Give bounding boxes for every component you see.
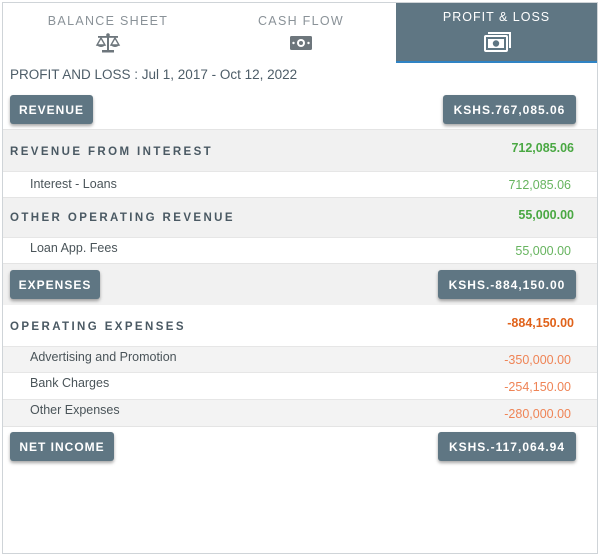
item-label: Interest - Loans: [30, 177, 117, 191]
item-label: Advertising and Promotion: [30, 350, 177, 364]
item-value: -280,000.00: [504, 407, 571, 421]
section-operating-expenses: OPERATING EXPENSES -884,150.00: [3, 305, 597, 346]
item-value: -350,000.00: [504, 353, 571, 367]
section-value: 55,000.00: [518, 208, 574, 222]
scale-icon: [95, 33, 121, 53]
revenue-total-button[interactable]: KSHS.767,085.06: [443, 95, 576, 124]
section-title: REVENUE FROM INTEREST: [10, 146, 214, 158]
tab-balance-sheet[interactable]: BALANCE SHEET: [3, 3, 213, 63]
line-item: Interest - Loans 712,085.06: [3, 171, 597, 197]
line-item: Advertising and Promotion -350,000.00: [3, 346, 597, 372]
report-period: PROFIT AND LOSS : Jul 1, 2017 - Oct 12, …: [10, 67, 298, 82]
revenue-button[interactable]: REVENUE: [10, 95, 93, 124]
item-value: 55,000.00: [515, 244, 571, 258]
money-stack-icon: [483, 32, 511, 52]
tab-cash-flow[interactable]: CASH FLOW: [205, 3, 397, 63]
profit-loss-panel: BALANCE SHEET CASH FLOW PROFIT & LOSS PR…: [2, 2, 598, 554]
divider: [3, 426, 597, 427]
net-income-total-button[interactable]: KSHS.-117,064.94: [438, 432, 576, 461]
section-value: -884,150.00: [507, 316, 574, 330]
line-item: Loan App. Fees 55,000.00: [3, 237, 597, 263]
tab-label: CASH FLOW: [257, 14, 344, 28]
expenses-total-button[interactable]: KSHS.-884,150.00: [438, 270, 576, 299]
item-label: Other Expenses: [30, 403, 120, 417]
line-item: Bank Charges -254,150.00: [3, 372, 597, 399]
banknote-icon: [290, 36, 312, 50]
expenses-button[interactable]: EXPENSES: [10, 270, 100, 299]
section-other-operating-revenue: OTHER OPERATING REVENUE 55,000.00: [3, 197, 597, 237]
tab-profit-loss[interactable]: PROFIT & LOSS: [396, 3, 597, 63]
item-label: Loan App. Fees: [30, 241, 118, 255]
item-value: -254,150.00: [504, 380, 571, 394]
item-label: Bank Charges: [30, 376, 110, 390]
net-income-button[interactable]: NET INCOME: [10, 432, 114, 461]
section-value: 712,085.06: [511, 141, 574, 155]
tab-label: BALANCE SHEET: [47, 14, 169, 28]
section-title: OTHER OPERATING REVENUE: [10, 212, 235, 224]
line-item: Other Expenses -280,000.00: [3, 399, 597, 426]
section-title: OPERATING EXPENSES: [10, 321, 186, 333]
report-tabs: BALANCE SHEET CASH FLOW PROFIT & LOSS: [3, 3, 597, 63]
tab-label: PROFIT & LOSS: [442, 10, 551, 24]
item-value: 712,085.06: [508, 178, 571, 192]
section-revenue-from-interest: REVENUE FROM INTEREST 712,085.06: [3, 129, 597, 171]
